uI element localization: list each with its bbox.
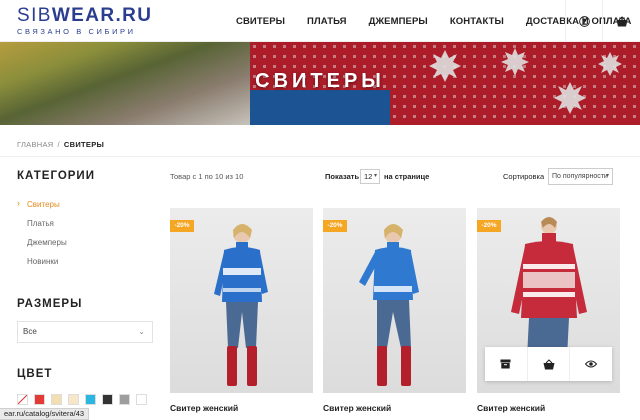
color-swatch[interactable] bbox=[34, 394, 45, 405]
color-swatch[interactable] bbox=[102, 394, 113, 405]
category-item-dresses[interactable]: Платья bbox=[17, 218, 67, 237]
site-header: SIBWEAR.RU СВЯЗАНО В СИБИРИ СВИТЕРЫ ПЛАТ… bbox=[0, 0, 640, 42]
category-item-new[interactable]: Новинки bbox=[17, 256, 67, 275]
sort-value: По популярности bbox=[552, 173, 608, 180]
sort-label: Сортировка bbox=[503, 172, 545, 181]
color-swatch[interactable] bbox=[68, 394, 79, 405]
per-page-select[interactable]: 12 ▾ bbox=[360, 169, 380, 184]
eye-icon bbox=[585, 360, 598, 368]
nav-item-jumpers[interactable]: ДЖЕМПЕРЫ bbox=[369, 16, 428, 27]
sort-select[interactable]: По популярности ▾ bbox=[548, 168, 613, 185]
sizes-heading: РАЗМЕРЫ bbox=[17, 298, 83, 310]
results-count: Товар с 1 по 10 из 10 bbox=[170, 172, 244, 181]
product-card[interactable]: -20% Свитер женский bbox=[477, 208, 620, 413]
breadcrumb-separator: / bbox=[57, 140, 60, 149]
size-select[interactable]: Все ⌄ bbox=[17, 321, 153, 343]
color-swatch[interactable] bbox=[85, 394, 96, 405]
product-name[interactable]: Свитер женский bbox=[477, 403, 620, 413]
model-figure bbox=[214, 224, 268, 386]
account-button[interactable] bbox=[566, 0, 603, 42]
product-image[interactable]: -20% bbox=[323, 208, 466, 393]
show-label: Показать bbox=[325, 172, 360, 181]
basket-icon bbox=[616, 15, 627, 26]
status-bar-url: ear.ru/catalog/svitera/43 bbox=[0, 408, 90, 420]
logo[interactable]: SIBWEAR.RU СВЯЗАНО В СИБИРИ bbox=[17, 6, 152, 37]
quick-actions-bar bbox=[485, 347, 612, 381]
category-banner: СВИТЕРЫ bbox=[0, 42, 640, 125]
quick-view-button[interactable] bbox=[570, 347, 612, 381]
size-select-value: Все bbox=[23, 327, 37, 336]
category-list: Свитеры Платья Джемперы Новинки bbox=[17, 198, 67, 275]
chevron-down-icon: ▾ bbox=[373, 173, 377, 179]
product-image[interactable]: -20% bbox=[170, 208, 313, 393]
banner-title: СВИТЕРЫ bbox=[255, 70, 385, 92]
archive-icon bbox=[500, 359, 511, 369]
product-card[interactable]: -20% Свитер женский bbox=[170, 208, 313, 413]
breadcrumb-current: СВИТЕРЫ bbox=[63, 140, 105, 149]
per-page-label: на странице bbox=[384, 172, 430, 181]
color-swatch[interactable] bbox=[119, 394, 130, 405]
discount-badge: -20% bbox=[170, 220, 194, 232]
product-card[interactable]: -20% Свитер женский bbox=[323, 208, 466, 413]
nav-item-contacts[interactable]: КОНТАКТЫ bbox=[450, 16, 504, 27]
category-item-jumpers[interactable]: Джемперы bbox=[17, 237, 67, 256]
per-page-value: 12 bbox=[364, 172, 373, 181]
model-figure bbox=[359, 224, 419, 386]
product-name[interactable]: Свитер женский bbox=[323, 403, 466, 413]
color-swatch[interactable] bbox=[51, 394, 62, 405]
nav-item-sweaters[interactable]: СВИТЕРЫ bbox=[236, 16, 285, 27]
logo-text: SIBWEAR.RU bbox=[17, 6, 152, 26]
cart-button[interactable] bbox=[603, 0, 640, 42]
chevron-down-icon: ▾ bbox=[605, 173, 609, 179]
discount-badge: -20% bbox=[323, 220, 347, 232]
logo-tagline: СВЯЗАНО В СИБИРИ bbox=[17, 27, 136, 36]
discount-badge: -20% bbox=[477, 220, 501, 232]
add-to-cart-button[interactable] bbox=[528, 347, 571, 381]
color-swatch[interactable] bbox=[17, 394, 28, 405]
logo-text-suffix: WEAR.RU bbox=[51, 5, 153, 26]
category-item-sweaters[interactable]: Свитеры bbox=[17, 198, 67, 218]
categories-heading: КАТЕГОРИИ bbox=[17, 170, 95, 182]
user-icon bbox=[578, 15, 590, 27]
basket-icon bbox=[543, 358, 554, 369]
header-icons bbox=[565, 0, 640, 42]
color-swatches bbox=[17, 394, 153, 405]
product-image[interactable]: -20% bbox=[477, 208, 620, 393]
product-name[interactable]: Свитер женский bbox=[170, 403, 313, 413]
breadcrumb: ГЛАВНАЯ / СВИТЕРЫ bbox=[17, 140, 104, 149]
nav-item-dresses[interactable]: ПЛАТЬЯ bbox=[307, 16, 347, 27]
chevron-down-icon: ⌄ bbox=[138, 327, 145, 336]
logo-text-prefix: SIB bbox=[17, 5, 52, 26]
color-heading: ЦВЕТ bbox=[17, 368, 53, 380]
color-swatch[interactable] bbox=[136, 394, 147, 405]
no-color-icon bbox=[18, 395, 27, 404]
compare-button[interactable] bbox=[485, 347, 528, 381]
breadcrumb-divider bbox=[0, 156, 640, 157]
breadcrumb-home[interactable]: ГЛАВНАЯ bbox=[17, 140, 54, 149]
